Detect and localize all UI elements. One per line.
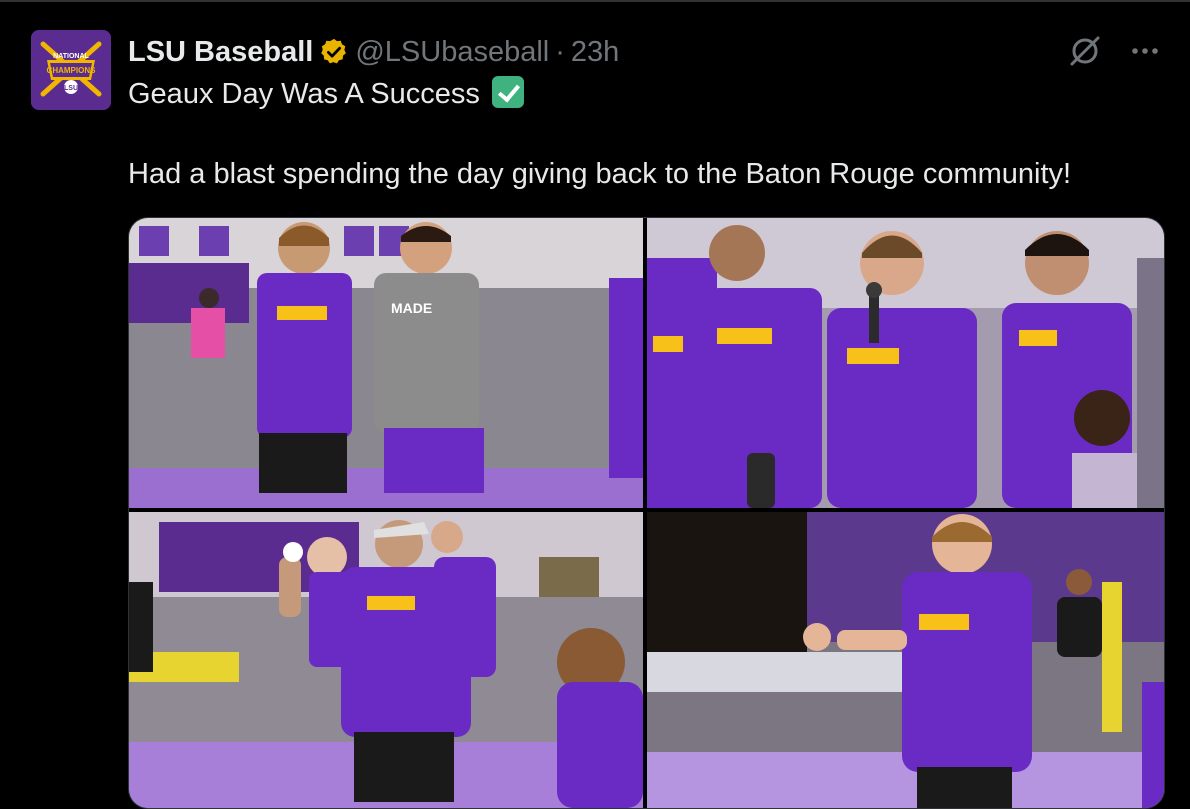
- photo-players-smiling[interactable]: MADE: [129, 218, 643, 508]
- tweet-article[interactable]: NATIONAL CHAMPIONS LSU LSU Baseball @LSU…: [0, 2, 1190, 809]
- more-dots-icon[interactable]: [1128, 34, 1162, 68]
- tweet-header: LSU Baseball @LSUbaseball · 23h: [128, 32, 619, 72]
- photo-player-throwing[interactable]: [129, 512, 643, 808]
- display-name[interactable]: LSU Baseball: [128, 36, 313, 69]
- avatar-badge-title: CHAMPIONS: [47, 66, 97, 75]
- avatar[interactable]: NATIONAL CHAMPIONS LSU: [31, 30, 111, 110]
- svg-text:LSU: LSU: [64, 85, 78, 92]
- tweet-headline: Geaux Day Was A Success: [128, 78, 480, 110]
- champions-logo-icon: NATIONAL CHAMPIONS LSU: [31, 30, 111, 110]
- tweet-text-line-1: Geaux Day Was A Success: [128, 74, 1158, 114]
- photo-player-microphone[interactable]: [647, 218, 1164, 508]
- tweet-text-line-2: Had a blast spending the day giving back…: [128, 158, 1072, 190]
- photo-player-pitching-drill[interactable]: [647, 512, 1164, 808]
- check-mark-button-emoji-icon: [491, 76, 524, 108]
- separator-dot: ·: [555, 35, 565, 68]
- svg-text:MADE: MADE: [391, 300, 432, 316]
- timestamp[interactable]: 23h: [571, 36, 619, 69]
- grok-icon[interactable]: [1068, 34, 1102, 68]
- media-grid: MADE: [128, 217, 1165, 809]
- tweet-actions-top: [1068, 34, 1162, 68]
- user-handle[interactable]: @LSUbaseball: [355, 36, 549, 69]
- verified-badge-icon[interactable]: [319, 37, 349, 67]
- tweet-text: Geaux Day Was A Success Had a blast spen…: [128, 74, 1158, 194]
- avatar-badge-text: NATIONAL: [53, 53, 89, 60]
